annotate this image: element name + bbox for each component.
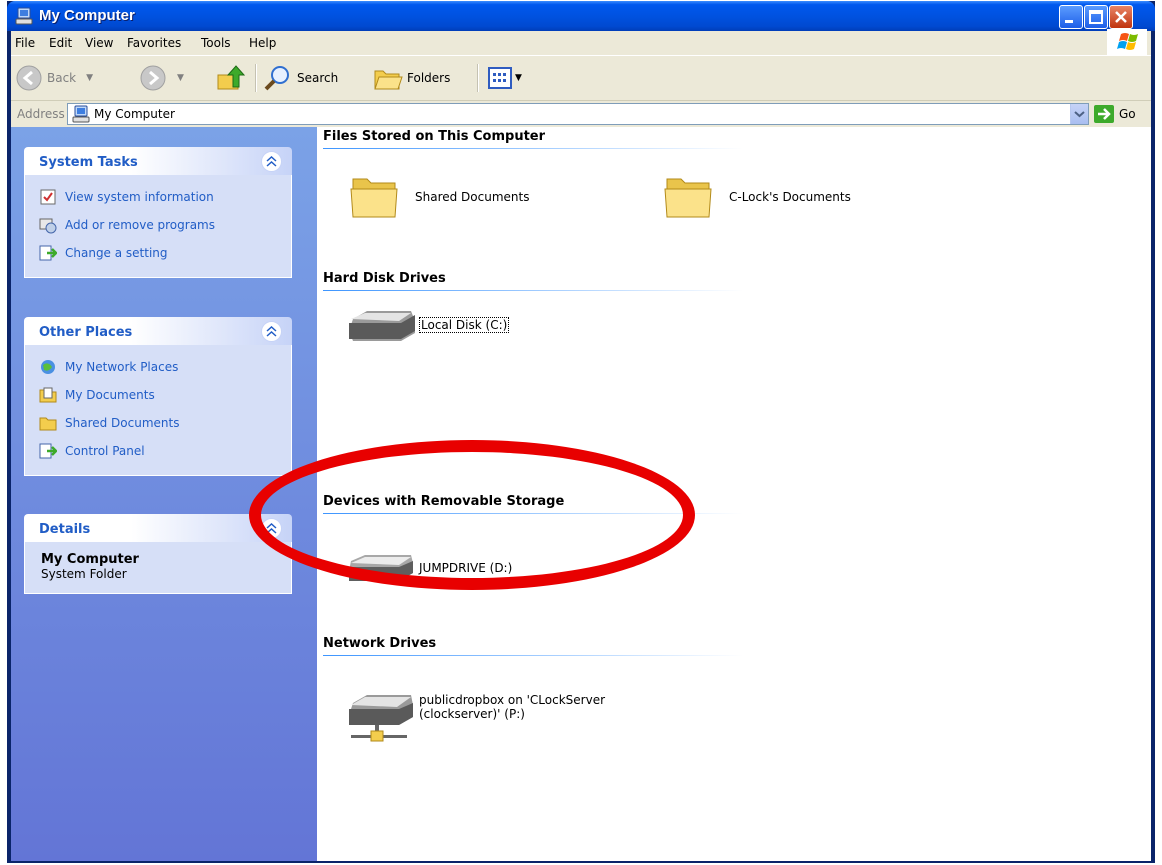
close-icon <box>1115 11 1127 23</box>
search-label: Search <box>297 71 339 85</box>
group-divider <box>323 655 743 656</box>
group-header: Files Stored on This Computer <box>323 129 546 144</box>
menu-help[interactable]: Help <box>249 36 276 50</box>
details-title: Details <box>39 522 91 537</box>
place-control-panel[interactable]: Control Panel <box>39 437 279 465</box>
address-bar: Address My Computer Go <box>11 101 1151 127</box>
menu-edit[interactable]: Edit <box>49 36 72 50</box>
up-folder-button[interactable] <box>215 63 245 93</box>
address-label: Address <box>17 107 65 121</box>
minimize-icon <box>1065 20 1073 23</box>
my-documents-icon <box>39 387 57 403</box>
network-drive-label: publicdropbox on 'CLockServer (clockserv… <box>419 693 606 721</box>
group-header: Network Drives <box>323 636 437 651</box>
details-name: My Computer <box>41 552 139 567</box>
system-tasks-title: System Tasks <box>39 155 138 170</box>
change-setting-icon <box>39 245 57 261</box>
forward-dropdown-icon[interactable]: ▼ <box>177 73 184 83</box>
maximize-button[interactable] <box>1084 5 1108 29</box>
add-remove-programs-icon <box>39 218 57 234</box>
forward-arrow-icon <box>140 65 166 91</box>
search-icon <box>264 66 289 91</box>
address-value: My Computer <box>94 107 175 121</box>
details-type: System Folder <box>41 567 127 581</box>
my-computer-icon <box>15 7 33 25</box>
forward-button[interactable]: ▼ <box>139 63 184 93</box>
go-arrow-icon <box>1094 105 1114 123</box>
item-local-disk-c[interactable]: Local Disk (C:) <box>347 305 510 345</box>
task-view-system-information[interactable]: View system information <box>39 183 279 211</box>
system-tasks-header[interactable]: System Tasks <box>24 147 292 175</box>
place-my-network-places[interactable]: My Network Places <box>39 353 279 381</box>
folders-label: Folders <box>407 71 451 85</box>
back-button[interactable]: Back ▼ <box>15 63 93 93</box>
explorer-window: My Computer File Edit View Favorites Too… <box>7 1 1155 863</box>
windows-flag-icon <box>1117 33 1138 50</box>
windows-logo <box>1107 29 1147 55</box>
folders-button[interactable]: Folders <box>373 63 450 93</box>
views-button[interactable]: ▼ <box>487 63 522 93</box>
menu-favorites[interactable]: Favorites <box>127 36 181 50</box>
standard-toolbar: Back ▼ ▼ Search Folders ▼ <box>11 56 1151 101</box>
other-places-title: Other Places <box>39 325 133 340</box>
search-button[interactable]: Search <box>263 63 338 93</box>
collapse-chevron-icon[interactable] <box>261 151 282 172</box>
menu-view[interactable]: View <box>85 36 113 50</box>
item-clock-documents[interactable]: C-Lock's Documents <box>661 169 851 225</box>
views-icon <box>488 67 512 89</box>
address-dropdown-button[interactable] <box>1070 104 1088 124</box>
control-panel-icon <box>39 443 57 459</box>
menu-tools[interactable]: Tools <box>201 36 231 50</box>
folders-icon <box>374 70 403 90</box>
views-dropdown-icon[interactable]: ▼ <box>515 73 522 83</box>
network-drive-icon <box>349 695 413 742</box>
menu-file[interactable]: File <box>15 36 35 50</box>
window-frame: File Edit View Favorites Tools Help Back… <box>11 29 1151 861</box>
title-bar[interactable]: My Computer <box>7 1 1155 31</box>
go-button[interactable]: Go <box>1093 103 1136 125</box>
toolbar-separator <box>255 64 257 92</box>
other-places-panel: Other Places My Network Places My Docume… <box>24 317 292 476</box>
group-divider <box>323 290 743 291</box>
back-dropdown-icon[interactable]: ▼ <box>86 73 93 83</box>
highlight-ellipse <box>249 440 695 590</box>
close-button[interactable] <box>1109 5 1133 29</box>
up-folder-icon <box>217 65 245 90</box>
group-header: Hard Disk Drives <box>323 271 446 286</box>
address-input[interactable]: My Computer <box>67 103 1089 125</box>
menu-bar: File Edit View Favorites Tools Help <box>11 29 1151 56</box>
folder-icon <box>39 417 57 431</box>
group-divider <box>323 148 743 149</box>
group-hard-disk-drives: Hard Disk Drives <box>323 271 743 291</box>
other-places-header[interactable]: Other Places <box>24 317 292 345</box>
details-body: My Computer System Folder <box>24 542 292 594</box>
window-title: My Computer <box>39 7 135 24</box>
system-information-icon <box>40 189 56 205</box>
item-publicdropbox-p[interactable]: publicdropbox on 'CLockServer (clockserv… <box>347 691 605 747</box>
toolbar-separator <box>477 64 479 92</box>
task-change-a-setting[interactable]: Change a setting <box>39 239 279 267</box>
my-computer-icon <box>72 105 90 123</box>
system-tasks-panel: System Tasks View system information Add… <box>24 147 292 278</box>
other-places-body: My Network Places My Documents Shared Do… <box>24 345 292 476</box>
go-label: Go <box>1119 107 1136 121</box>
system-tasks-body: View system information Add or remove pr… <box>24 175 292 278</box>
folder-icon <box>350 178 398 218</box>
back-label: Back <box>47 71 77 85</box>
group-files-stored: Files Stored on This Computer <box>323 129 743 149</box>
folder-icon <box>664 178 712 218</box>
place-my-documents[interactable]: My Documents <box>39 381 279 409</box>
minimize-button[interactable] <box>1059 5 1083 29</box>
hard-disk-icon <box>349 311 415 341</box>
network-places-icon <box>41 360 55 374</box>
group-network-drives: Network Drives <box>323 636 743 656</box>
chevron-down-icon <box>1074 111 1085 118</box>
collapse-chevron-icon[interactable] <box>261 321 282 342</box>
back-arrow-icon <box>16 65 42 91</box>
item-shared-documents[interactable]: Shared Documents <box>347 169 529 225</box>
task-add-remove-programs[interactable]: Add or remove programs <box>39 211 279 239</box>
maximize-icon <box>1089 10 1103 24</box>
place-shared-documents[interactable]: Shared Documents <box>39 409 279 437</box>
